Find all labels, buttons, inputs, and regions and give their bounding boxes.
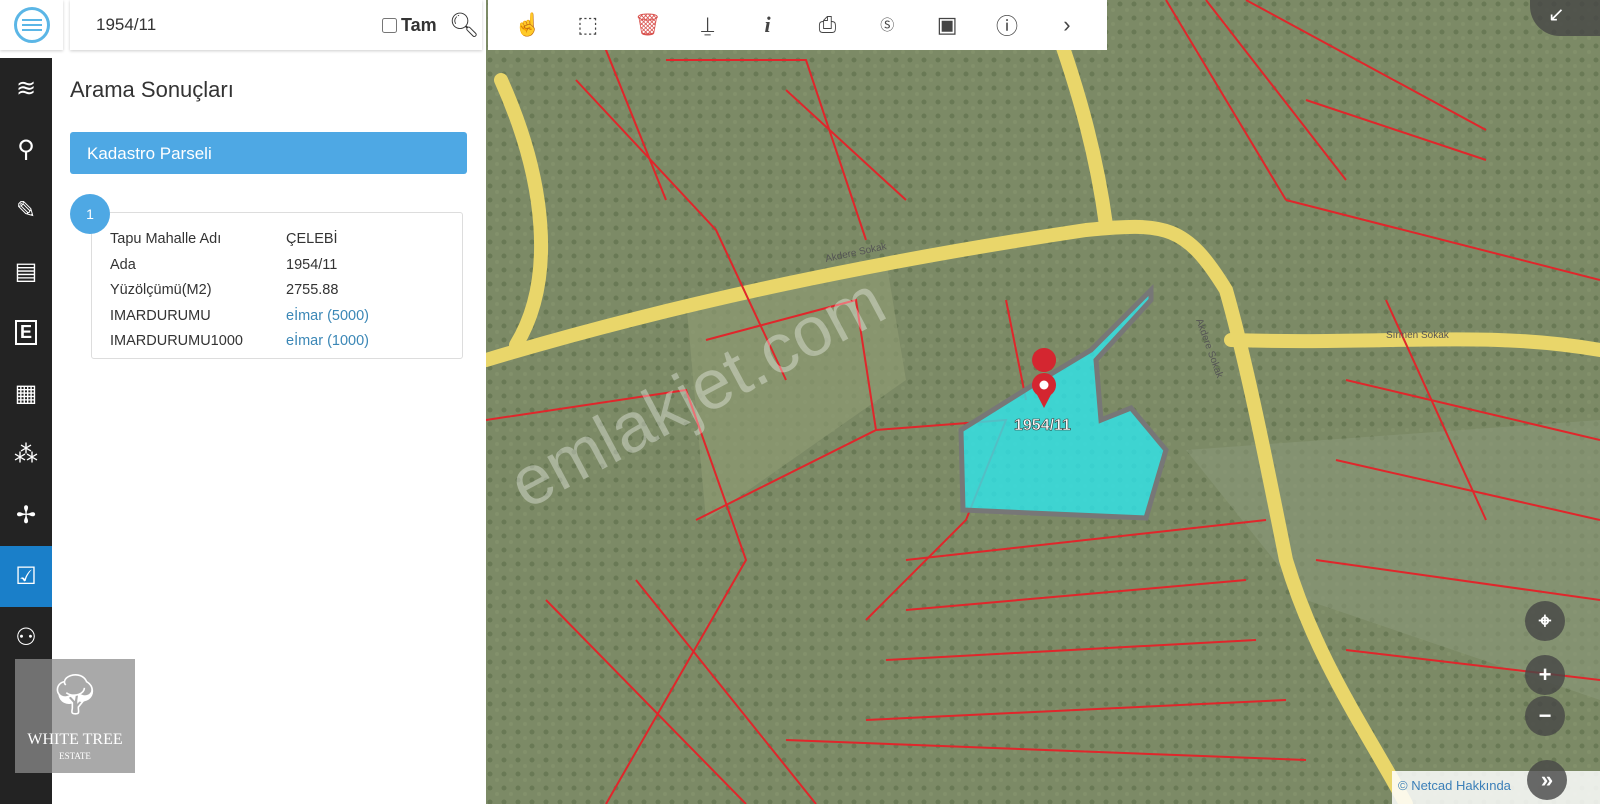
e-icon[interactable]: E [0, 302, 52, 363]
result-number-badge: 1 [70, 194, 110, 234]
white-tree-logo: 🌳︎ WHITE TREE ESTATE [15, 659, 135, 773]
road-label: Sırmen Sokak [1386, 330, 1450, 341]
help-icon[interactable]: ⓘ [989, 9, 1025, 41]
result-card[interactable]: Tapu Mahalle Adı ÇELEBİ Ada 1954/11 Yüzölç… [91, 212, 463, 359]
pencil-icon[interactable]: ✎ [0, 180, 52, 241]
hand-pointer-icon[interactable]: ☝ [510, 12, 546, 38]
category-header[interactable]: Kadastro Parseli [70, 132, 467, 174]
more-icon[interactable]: › [1049, 12, 1085, 38]
street-view-icon[interactable]: ⍊ [690, 12, 726, 38]
info-icon[interactable]: i [750, 12, 786, 38]
print-icon[interactable]: ⎙ [809, 12, 845, 38]
field-label: Yüzölçümü(M2) [110, 282, 212, 298]
marker-label: 1954/11 [1014, 417, 1071, 434]
exact-checkbox[interactable] [382, 17, 397, 33]
field-label: IMARDURUMU1000 [110, 333, 243, 349]
field-value: 2755.88 [286, 282, 339, 298]
attribution-link[interactable]: © Netcad Hakkında [1392, 771, 1600, 804]
map-toolbar: ☝ ⬚ 🗑︎ ⍊ i ⎙ Ⓢ ▣ ⓘ › [488, 0, 1107, 50]
imar-link[interactable]: eİmar (5000) [286, 308, 369, 334]
table-row: IMARDURUMU1000 eİmar (1000) [110, 333, 462, 359]
circles-icon[interactable]: ⁂ [0, 424, 52, 485]
zoom-out-icon[interactable]: − [1525, 696, 1565, 736]
table-row: IMARDURUMU eİmar (5000) [110, 308, 462, 334]
logo-name: WHITE TREE [27, 731, 123, 748]
zoom-in-icon[interactable]: + [1525, 655, 1565, 695]
field-label: IMARDURUMU [110, 307, 211, 324]
table-row: Ada 1954/11 [110, 257, 462, 283]
search-input[interactable] [96, 15, 346, 35]
field-label: Tapu Mahalle Adı [110, 231, 222, 247]
select-box-icon[interactable]: ⬚ [570, 12, 606, 38]
book-icon[interactable]: ▤ [0, 241, 52, 302]
map-canvas[interactable]: Akdere Sokak Sırmen Sokak Akdere Sokak e… [486, 0, 1600, 804]
search-icon[interactable]: ⚲ [0, 119, 52, 180]
clipboard-check-icon[interactable]: ☑ [0, 546, 52, 607]
table-row: Yüzölçümü(M2) 2755.88 [110, 282, 462, 308]
exact-label: Tam [401, 14, 437, 35]
menu-button[interactable] [0, 0, 63, 50]
grid-icon[interactable]: ▦ [0, 363, 52, 424]
expand-icon[interactable]: » [1527, 760, 1567, 800]
trash-icon[interactable]: 🗑︎ [630, 12, 666, 38]
imar-link[interactable]: eİmar (1000) [286, 333, 369, 359]
field-label: Ada [110, 256, 136, 273]
scale-icon[interactable]: Ⓢ [869, 15, 905, 35]
signpost-icon[interactable]: ✢ [0, 485, 52, 546]
image-export-icon[interactable]: ▣ [929, 12, 965, 38]
search-bar: Tam 🔍︎ [70, 0, 482, 50]
field-value: 1954/11 [286, 256, 338, 273]
search-icon[interactable]: 🔍︎ [449, 11, 479, 40]
table-row: Tapu Mahalle Adı ÇELEBİ [110, 231, 462, 257]
locate-icon[interactable]: ⌖ [1525, 601, 1565, 641]
field-value: ÇELEBİ [286, 231, 338, 247]
menu-icon [13, 7, 50, 43]
panel-title: Arama Sonuçları [70, 77, 234, 102]
logo-sub: ESTATE [59, 751, 91, 761]
layers-icon[interactable]: ≋ [0, 58, 52, 119]
tree-icon: 🌳︎ [49, 672, 101, 717]
exact-match-toggle[interactable]: Tam [356, 15, 437, 36]
